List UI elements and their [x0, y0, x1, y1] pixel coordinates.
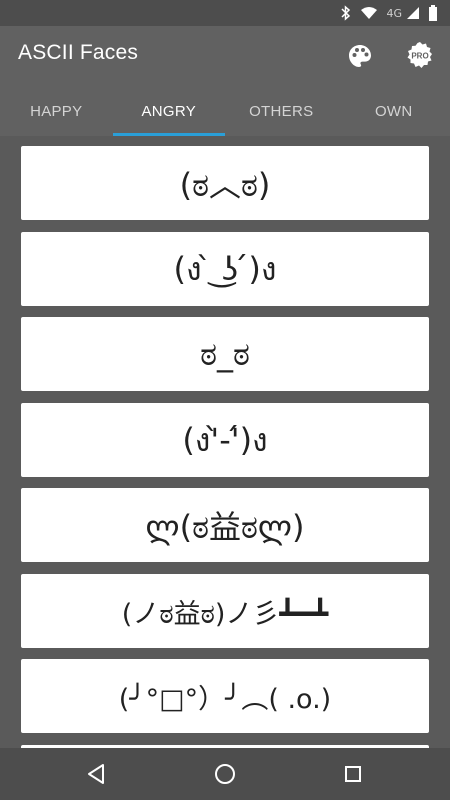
pro-upgrade-button[interactable]: PRO	[405, 40, 435, 70]
face-card[interactable]: ლ(ಠ益ಠლ)	[21, 488, 429, 562]
status-icons: 4G	[340, 3, 438, 23]
home-icon	[215, 764, 235, 784]
app-title: ASCII Faces	[18, 41, 139, 64]
home-button[interactable]	[212, 761, 238, 787]
face-card[interactable]: (ง ̀ ͜ʖ ́)ง	[21, 232, 429, 306]
network-type-label: 4G	[386, 6, 402, 20]
tab-own[interactable]: OWN	[338, 86, 450, 136]
recents-icon	[345, 766, 361, 782]
status-bar: 4G	[0, 0, 450, 26]
tab-others[interactable]: OTHERS	[225, 86, 338, 136]
palette-icon	[349, 45, 371, 67]
app-bar: ASCII Faces PRO	[0, 26, 450, 86]
pro-icon: PRO	[407, 42, 432, 68]
face-card[interactable]: (ง'̀-'́)ง	[21, 403, 429, 477]
face-list[interactable]: (ಠ︿ಠ) (ง ̀ ͜ʖ ́)ง ಠ_ಠ (ง'̀-'́)ง ლ(ಠ益ಠლ) …	[0, 136, 450, 748]
face-card[interactable]: (ಠ︿ಠ)	[21, 146, 429, 220]
category-tabs: HAPPY ANGRY OTHERS OWN	[0, 86, 450, 136]
back-icon	[88, 764, 104, 784]
cell-signal-icon	[407, 7, 419, 19]
recents-button[interactable]	[340, 761, 366, 787]
tab-angry[interactable]: ANGRY	[112, 86, 226, 136]
battery-icon	[429, 5, 437, 21]
face-card[interactable]: ಠ_ಠ	[21, 317, 429, 391]
face-card[interactable]: (╯°□°）╯︵( .o.)	[21, 659, 429, 733]
wifi-icon	[361, 7, 378, 19]
back-button[interactable]	[84, 761, 110, 787]
bluetooth-icon	[341, 5, 351, 21]
pro-badge-text: PRO	[411, 52, 428, 61]
face-card[interactable]: (ノಠ益ಠ)ノ彡┻━┻	[21, 574, 429, 648]
theme-palette-button[interactable]	[346, 42, 374, 70]
tab-happy[interactable]: HAPPY	[0, 86, 113, 136]
navigation-bar	[0, 748, 450, 800]
